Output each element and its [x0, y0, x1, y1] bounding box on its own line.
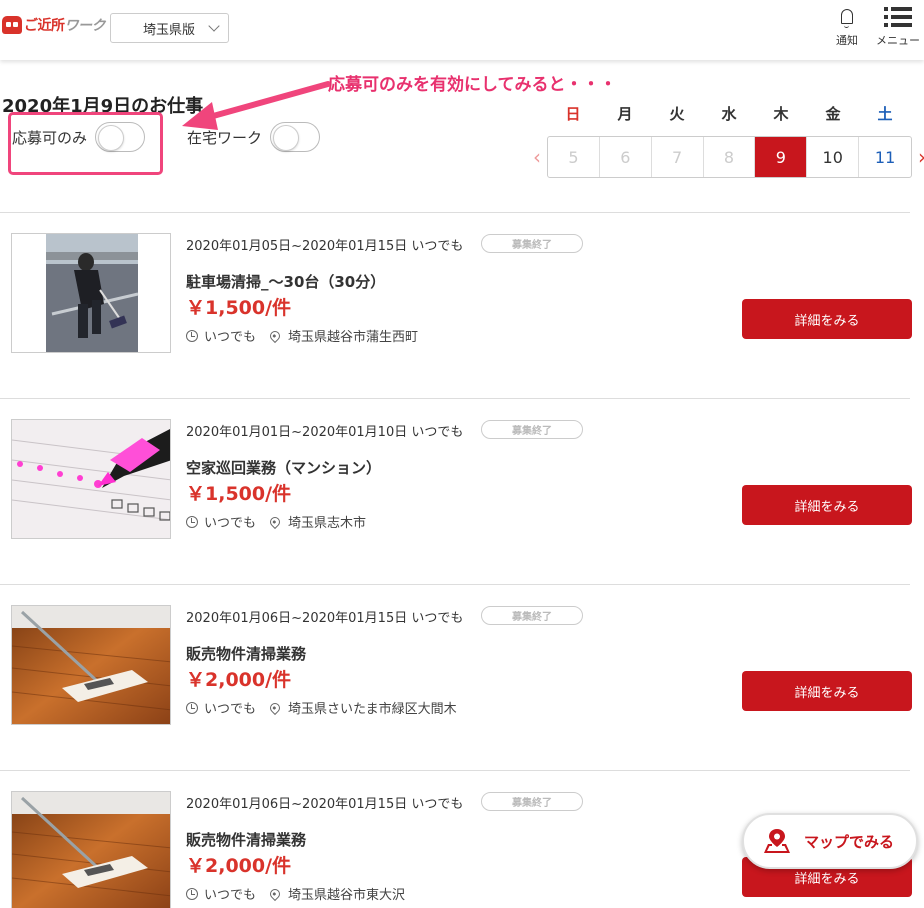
- job-dates: 2020年01月06日~2020年01月15日 いつでも: [186, 611, 464, 626]
- app-header: ご近所ワーク 埼玉県版 通知 メニュー: [0, 0, 924, 60]
- map-icon: [764, 829, 790, 853]
- job-price: ￥2,000/件: [186, 855, 292, 877]
- filter-apply-only-label: 応募可のみ: [12, 128, 88, 147]
- notification-label: 通知: [836, 34, 858, 47]
- job-item: 2020年01月01日~2020年01月10日 いつでも 募集終了 空家巡回業務…: [0, 399, 924, 585]
- detail-button[interactable]: 詳細をみる: [742, 299, 912, 339]
- region-select[interactable]: 埼玉県版: [110, 13, 229, 43]
- notification-button[interactable]: 通知: [833, 6, 861, 48]
- site-logo[interactable]: ご近所ワーク: [2, 12, 105, 38]
- clock-icon: [186, 701, 198, 714]
- floor-mop-photo: [12, 792, 170, 908]
- job-location: 埼玉県さいたま市緑区大間木: [288, 702, 457, 717]
- job-meta: いつでも 埼玉県志木市: [186, 512, 366, 531]
- job-price: ￥2,000/件: [186, 669, 292, 691]
- job-time: いつでも: [204, 516, 257, 531]
- calendar-next-button[interactable]: ›: [912, 143, 924, 171]
- weekday-tue: 火: [669, 105, 685, 123]
- calendar-day[interactable]: 11: [859, 137, 911, 177]
- job-thumbnail[interactable]: [11, 419, 171, 539]
- detail-button[interactable]: 詳細をみる: [742, 671, 912, 711]
- house-icon: [2, 16, 22, 34]
- location-pin-icon: [267, 328, 283, 343]
- job-item: 2020年01月06日~2020年01月15日 いつでも 募集終了 販売物件清掃…: [0, 585, 924, 771]
- floor-mop-photo: [12, 606, 170, 724]
- job-location: 埼玉県越谷市蒲生西町: [288, 330, 419, 345]
- chevron-down-icon: [208, 20, 220, 32]
- remote-toggle[interactable]: [270, 122, 321, 152]
- status-badge: 募集終了: [481, 420, 583, 439]
- job-thumbnail[interactable]: [11, 791, 171, 908]
- status-badge: 募集終了: [481, 606, 583, 625]
- detail-button[interactable]: 詳細をみる: [742, 485, 912, 525]
- job-title[interactable]: 販売物件清掃業務: [186, 829, 306, 850]
- weekday-mon: 月: [617, 105, 633, 123]
- parking-cleaning-photo: [12, 234, 170, 352]
- checklist-photo: [12, 420, 170, 538]
- map-view-button[interactable]: マップでみる: [742, 813, 918, 869]
- menu-button[interactable]: メニュー: [873, 6, 923, 48]
- calendar-day[interactable]: 5: [548, 137, 600, 177]
- job-dates: 2020年01月06日~2020年01月15日 いつでも: [186, 797, 464, 812]
- job-location: 埼玉県志木市: [288, 516, 367, 531]
- status-badge: 募集終了: [481, 792, 583, 811]
- job-thumbnail[interactable]: [11, 605, 171, 725]
- status-badge: 募集終了: [481, 234, 583, 253]
- job-price: ￥1,500/件: [186, 297, 292, 319]
- map-view-label: マップでみる: [804, 832, 895, 851]
- job-title[interactable]: 販売物件清掃業務: [186, 643, 306, 664]
- calendar-day[interactable]: 10: [807, 137, 860, 177]
- weekday-wed: 水: [721, 105, 737, 123]
- location-pin-icon: [267, 700, 283, 715]
- calendar-day[interactable]: 7: [652, 137, 704, 177]
- logo-text: ご近所ワーク: [24, 15, 105, 35]
- clock-icon: [186, 329, 198, 342]
- region-label: 埼玉県版: [143, 22, 196, 38]
- job-dates: 2020年01月05日~2020年01月15日 いつでも: [186, 239, 464, 254]
- calendar-weekdays: 日 月 火 水 木 金 土: [547, 103, 911, 124]
- job-location: 埼玉県越谷市東大沢: [288, 888, 406, 903]
- filter-apply-only: 応募可のみ: [12, 122, 146, 152]
- calendar-day-selected[interactable]: 9: [755, 137, 808, 177]
- job-time: いつでも: [204, 702, 257, 717]
- location-pin-icon: [267, 514, 283, 529]
- menu-label: メニュー: [876, 34, 920, 47]
- job-time: いつでも: [204, 888, 257, 903]
- job-title[interactable]: 駐車場清掃_～30台（30分）: [186, 271, 385, 292]
- job-time: いつでも: [204, 330, 257, 345]
- bell-icon: [839, 6, 855, 28]
- calendar-day[interactable]: 8: [704, 137, 756, 177]
- filter-remote: 在宅ワーク: [187, 122, 321, 152]
- clock-icon: [186, 515, 198, 528]
- weekday-fri: 金: [825, 105, 841, 123]
- weekday-sun: 日: [565, 105, 581, 123]
- calendar-day[interactable]: 6: [600, 137, 652, 177]
- calendar-prev-button[interactable]: ‹: [527, 143, 547, 171]
- job-item: 2020年01月05日~2020年01月15日 いつでも 募集終了 駐車場清掃_…: [0, 213, 924, 399]
- job-dates: 2020年01月01日~2020年01月10日 いつでも: [186, 425, 464, 440]
- job-title[interactable]: 空家巡回業務（マンション）: [186, 457, 381, 478]
- clock-icon: [186, 887, 198, 900]
- apply-only-toggle[interactable]: [95, 122, 146, 152]
- logo-sub: ワーク: [64, 18, 106, 34]
- job-meta: いつでも 埼玉県越谷市蒲生西町: [186, 326, 418, 345]
- job-price: ￥1,500/件: [186, 483, 292, 505]
- job-thumbnail[interactable]: [11, 233, 171, 353]
- annotation-text: 応募可のみを有効にしてみると・・・: [328, 75, 617, 95]
- job-meta: いつでも 埼玉県越谷市東大沢: [186, 884, 405, 903]
- location-pin-icon: [267, 886, 283, 901]
- logo-main: ご近所: [24, 18, 65, 34]
- calendar-days: 5 6 7 8 9 10 11: [547, 136, 912, 178]
- job-meta: いつでも 埼玉県さいたま市緑区大間木: [186, 698, 457, 717]
- weekday-sat: 土: [877, 105, 893, 123]
- hamburger-icon: [884, 6, 912, 28]
- weekday-thu: 木: [773, 105, 789, 123]
- filter-remote-label: 在宅ワーク: [187, 128, 263, 147]
